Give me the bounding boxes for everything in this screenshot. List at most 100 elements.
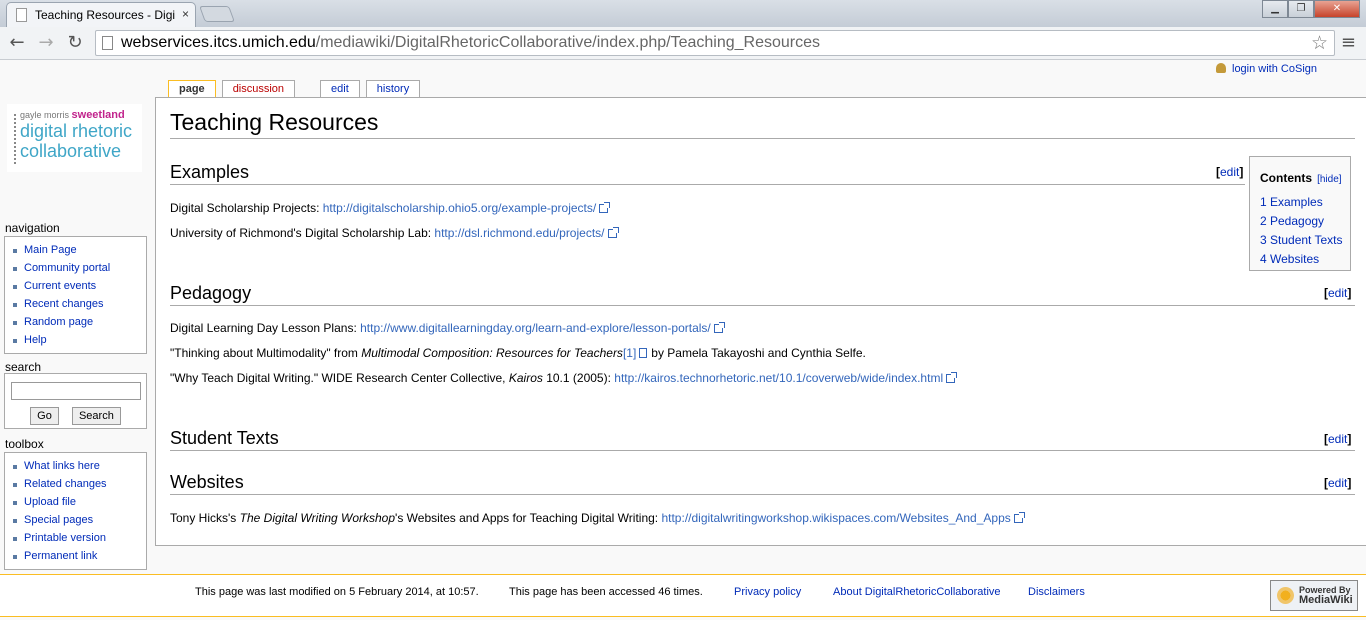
link-kairos[interactable]: http://kairos.technorhetoric.net/10.1/co… (614, 371, 943, 385)
disclaimers-link[interactable]: Disclaimers (1028, 586, 1085, 598)
wiki-page: gayle morris sweetland digital rhetoric … (0, 60, 1366, 620)
logo-line2: digital rhetoric (20, 121, 133, 141)
mediawiki-text: MediaWiki (1299, 594, 1353, 606)
external-link-icon (946, 372, 958, 383)
privacy-policy-link[interactable]: Privacy policy (734, 586, 801, 598)
reload-icon[interactable]: ↻ (64, 32, 86, 53)
tab-discussion[interactable]: discussion (221, 80, 296, 97)
url-path: /mediawiki/DigitalRhetoricCollaborative/… (315, 34, 821, 51)
powered-by-mediawiki-badge[interactable]: Powered By MediaWiki (1270, 580, 1358, 611)
mediawiki-flower-icon (1277, 587, 1294, 604)
logo-bar (14, 114, 16, 166)
edit-section-websites[interactable]: [edit] (1324, 476, 1351, 490)
external-link-icon (713, 322, 725, 333)
page-tabs: page discussion edit history (168, 80, 426, 97)
external-link-icon (599, 202, 611, 213)
nav-item-main-page[interactable]: Main Page (13, 241, 146, 259)
example-1: Digital Scholarship Projects: http://dig… (170, 201, 611, 215)
window-controls: ▁ ❐ ✕ (1262, 0, 1360, 18)
toc-item-websites[interactable]: 4 Websites (1260, 250, 1350, 269)
heading-examples: Examples (170, 162, 1245, 185)
search-form: Go Search (5, 374, 146, 433)
new-tab-button[interactable] (199, 6, 235, 22)
search-portlet: Go Search (4, 373, 147, 429)
content-area: Teaching Resources Examples [edit] Digit… (155, 97, 1366, 546)
tab-title: Teaching Resources - Digi (35, 8, 176, 22)
pedagogy-3: "Why Teach Digital Writing." WIDE Resear… (170, 371, 958, 385)
toolbox-special-pages[interactable]: Special pages (13, 511, 146, 529)
login-link[interactable]: login with CoSign (1216, 63, 1317, 75)
bookmark-star-icon[interactable]: ☆ (1311, 32, 1328, 55)
nav-item-current-events[interactable]: Current events (13, 277, 146, 295)
toolbox-what-links-here[interactable]: What links here (13, 457, 146, 475)
toolbox-permanent-link[interactable]: Permanent link (13, 547, 146, 565)
url-host: webservices.itcs.umich.edu (121, 34, 316, 51)
logo-line3: collaborative (20, 141, 122, 161)
browser-toolbar: ← → ↻ webservices.itcs.umich.edu/mediawi… (0, 27, 1366, 60)
access-count: This page has been accessed 46 times. (509, 586, 703, 598)
toolbox-upload-file[interactable]: Upload file (13, 493, 146, 511)
tab-close-icon[interactable]: × (182, 7, 189, 21)
toc-header: Contents [hide] (1260, 171, 1342, 185)
toc-item-pedagogy[interactable]: 2 Pedagogy (1260, 212, 1350, 231)
last-modified: This page was last modified on 5 Februar… (195, 586, 479, 598)
edit-section-student-texts[interactable]: [edit] (1324, 432, 1351, 446)
page-icon (16, 8, 27, 22)
tab-page[interactable]: page (168, 80, 216, 97)
navigation-portlet: Main Page Community portal Current event… (4, 236, 147, 354)
toolbox-heading: toolbox (5, 437, 44, 451)
search-buttons: Go Search (11, 404, 140, 425)
search-heading: search (5, 360, 42, 374)
minimize-button[interactable]: ▁ (1262, 0, 1288, 18)
nav-item-help[interactable]: Help (13, 331, 146, 349)
browser-titlebar: Teaching Resources - Digi × ▁ ❐ ✕ (0, 0, 1366, 27)
site-logo[interactable]: gayle morris sweetland digital rhetoric … (7, 104, 142, 172)
link-richmond[interactable]: http://dsl.richmond.edu/projects/ (434, 226, 604, 240)
browser-menu-icon[interactable]: ≡ (1341, 32, 1356, 53)
page-title: Teaching Resources (170, 109, 1355, 139)
tab-history[interactable]: history (365, 80, 421, 97)
pedagogy-1: Digital Learning Day Lesson Plans: http:… (170, 321, 725, 335)
about-link[interactable]: About DigitalRhetoricCollaborative (833, 586, 1001, 598)
toc-hide-link[interactable]: [hide] (1317, 174, 1341, 185)
heading-websites: Websites (170, 472, 1355, 495)
example-2: University of Richmond's Digital Scholar… (170, 226, 619, 240)
toolbox-portlet: What links here Related changes Upload f… (4, 452, 147, 570)
search-input[interactable] (11, 382, 141, 400)
link-digital-writing-workshop[interactable]: http://digitalwritingworkshop.wikispaces… (661, 511, 1010, 525)
search-button[interactable]: Search (71, 407, 121, 425)
heading-pedagogy: Pedagogy (170, 283, 1355, 306)
toc-item-student-texts[interactable]: 3 Student Texts (1260, 231, 1350, 250)
document-icon (102, 36, 113, 50)
toc-item-examples[interactable]: 1 Examples (1260, 193, 1350, 212)
forward-icon[interactable]: → (35, 32, 57, 53)
toolbox-printable-version[interactable]: Printable version (13, 529, 146, 547)
toolbox-related-changes[interactable]: Related changes (13, 475, 146, 493)
navigation-heading: navigation (5, 221, 60, 235)
pdf-icon (639, 348, 648, 358)
table-of-contents: Contents [hide] 1 Examples 2 Pedagogy 3 … (1249, 156, 1351, 271)
tab-edit[interactable]: edit (320, 80, 360, 97)
link-ohio5[interactable]: http://digitalscholarship.ohio5.org/exam… (323, 201, 596, 215)
nav-item-community-portal[interactable]: Community portal (13, 259, 146, 277)
go-button[interactable]: Go (30, 407, 59, 425)
external-link-icon (1013, 512, 1025, 523)
nav-item-recent-changes[interactable]: Recent changes (13, 295, 146, 313)
address-bar[interactable]: webservices.itcs.umich.edu/mediawiki/Dig… (95, 30, 1335, 56)
heading-student-texts: Student Texts (170, 428, 1355, 451)
user-icon (1216, 63, 1226, 73)
pedagogy-2: "Thinking about Multimodality" from Mult… (170, 346, 866, 360)
reference-link[interactable]: [1] (623, 346, 636, 360)
logo-line1: gayle morris sweetland (20, 109, 125, 121)
edit-section-pedagogy[interactable]: [edit] (1324, 286, 1351, 300)
browser-tab[interactable]: Teaching Resources - Digi × (6, 2, 196, 27)
back-icon[interactable]: ← (6, 32, 28, 53)
close-window-button[interactable]: ✕ (1314, 0, 1360, 18)
edit-section-examples[interactable]: [edit] (1216, 165, 1243, 179)
nav-item-random-page[interactable]: Random page (13, 313, 146, 331)
maximize-button[interactable]: ❐ (1288, 0, 1314, 18)
websites-1: Tony Hicks's The Digital Writing Worksho… (170, 511, 1025, 525)
page-footer: This page was last modified on 5 Februar… (0, 574, 1366, 617)
link-digital-learning-day[interactable]: http://www.digitallearningday.org/learn-… (360, 321, 711, 335)
external-link-icon (607, 227, 619, 238)
